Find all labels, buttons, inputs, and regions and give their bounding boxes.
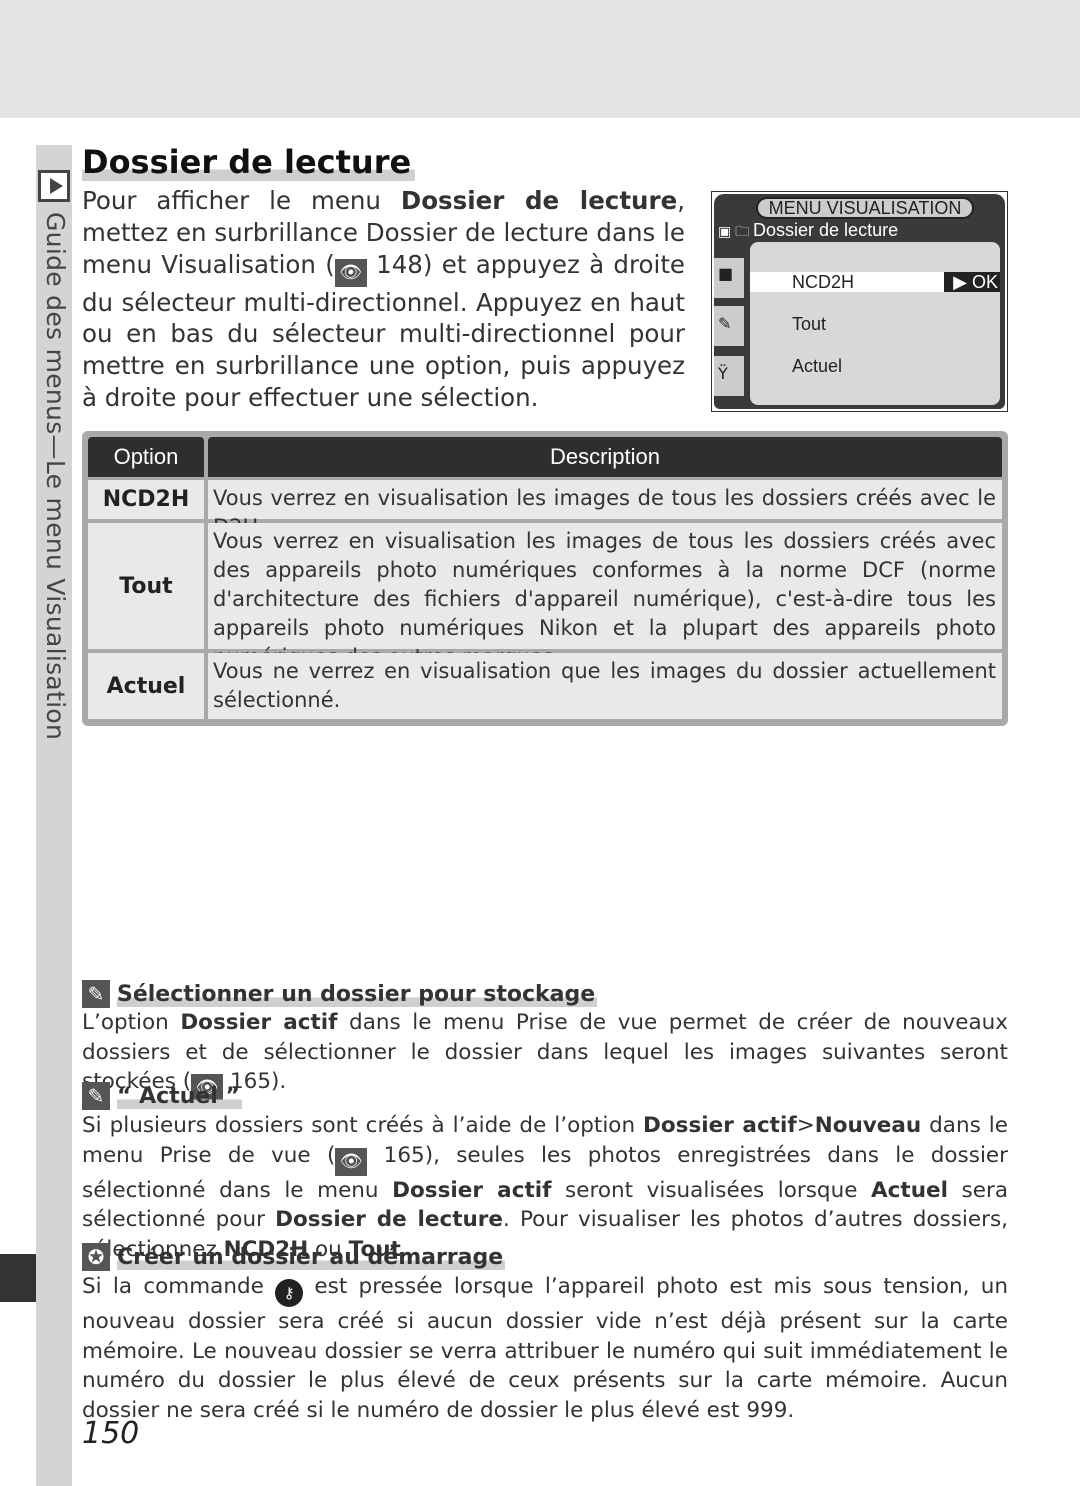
text-run: Si la commande bbox=[82, 1274, 276, 1299]
screen-item: Actuel bbox=[792, 356, 843, 376]
description-cell: Vous ne verrez en visualisation que les … bbox=[208, 653, 1002, 719]
camera-menu-screenshot: ■ ✎ Ϋ MENU VISUALISATION ▣ 🗀 Dossier de … bbox=[711, 191, 1008, 412]
note-body: Si plusieurs dossiers sont créés à l’aid… bbox=[82, 1111, 1008, 1264]
note-heading: ✎ Sélectionner un dossier pour stockage bbox=[82, 980, 598, 1008]
bold-term: Dossier actif bbox=[392, 1177, 552, 1203]
playback-icon bbox=[38, 170, 70, 202]
note-pencil-icon: ✎ bbox=[82, 980, 110, 1008]
header-description: Description bbox=[208, 437, 1002, 477]
page-number: 150 bbox=[82, 1416, 140, 1451]
note-body: Si la commande ⚷ est pressée lorsque l’a… bbox=[82, 1272, 1008, 1425]
text-run: L’option bbox=[82, 1010, 181, 1035]
func-button-icon: ⚷ bbox=[275, 1279, 304, 1307]
folder-icon: ▣ 🗀 bbox=[718, 223, 754, 239]
page-title: Dossier de lecture bbox=[82, 143, 416, 181]
description-cell: Vous verrez en visualisation les images … bbox=[208, 480, 1002, 539]
text-run: seront visualisées lorsque bbox=[551, 1177, 872, 1203]
ok-indicator: ▶ OK bbox=[944, 272, 1000, 292]
see-page-icon: 👁 bbox=[334, 258, 367, 287]
page-tab-marker bbox=[0, 1254, 36, 1302]
screen-header: MENU VISUALISATION bbox=[756, 197, 974, 219]
text-run: Pour afficher le menu bbox=[82, 186, 401, 215]
note-heading: ✎ “ Actuel ” bbox=[82, 1082, 242, 1110]
bold-term: Nouveau bbox=[814, 1113, 922, 1138]
intro-paragraph: Pour afficher le menu Dossier de lecture… bbox=[82, 185, 685, 414]
header-option: Option bbox=[88, 437, 204, 477]
wrench-tab-icon: Ϋ bbox=[714, 356, 744, 396]
section-label: Guide des menus—Le menu Visualisation bbox=[41, 212, 70, 741]
screen-item: NCD2H bbox=[792, 272, 855, 292]
selected-row: ▶ OK bbox=[750, 272, 1000, 292]
bold-term: Actuel bbox=[871, 1177, 948, 1203]
top-band bbox=[0, 0, 1080, 118]
note-pencil-icon: ✎ bbox=[82, 1082, 110, 1110]
note-heading: ✪ Créer un dossier au démarrage bbox=[82, 1243, 506, 1271]
text-run: Si plusieurs dossiers sont créés à l’aid… bbox=[82, 1113, 644, 1138]
text-run: > bbox=[796, 1113, 815, 1138]
pencil-tab-icon: ✎ bbox=[714, 306, 744, 346]
options-table: Option Description NCD2H Vous verrez en … bbox=[82, 431, 1008, 726]
see-page-icon: 👁 bbox=[335, 1147, 368, 1176]
option-cell: NCD2H bbox=[88, 480, 204, 519]
tip-bulb-icon: ✪ bbox=[82, 1243, 110, 1271]
option-cell: Actuel bbox=[88, 653, 204, 719]
bold-term: Dossier de lecture bbox=[400, 186, 678, 215]
bold-term: Dossier de lecture bbox=[275, 1207, 503, 1232]
bold-term: Dossier actif bbox=[180, 1010, 338, 1035]
screen-item: Tout bbox=[792, 314, 827, 334]
bold-term: Dossier actif bbox=[643, 1113, 797, 1138]
camera-tab-icon: ■ bbox=[714, 258, 744, 298]
description-cell: Vous verrez en visualisation les images … bbox=[208, 523, 1002, 669]
option-cell: Tout bbox=[88, 523, 204, 649]
